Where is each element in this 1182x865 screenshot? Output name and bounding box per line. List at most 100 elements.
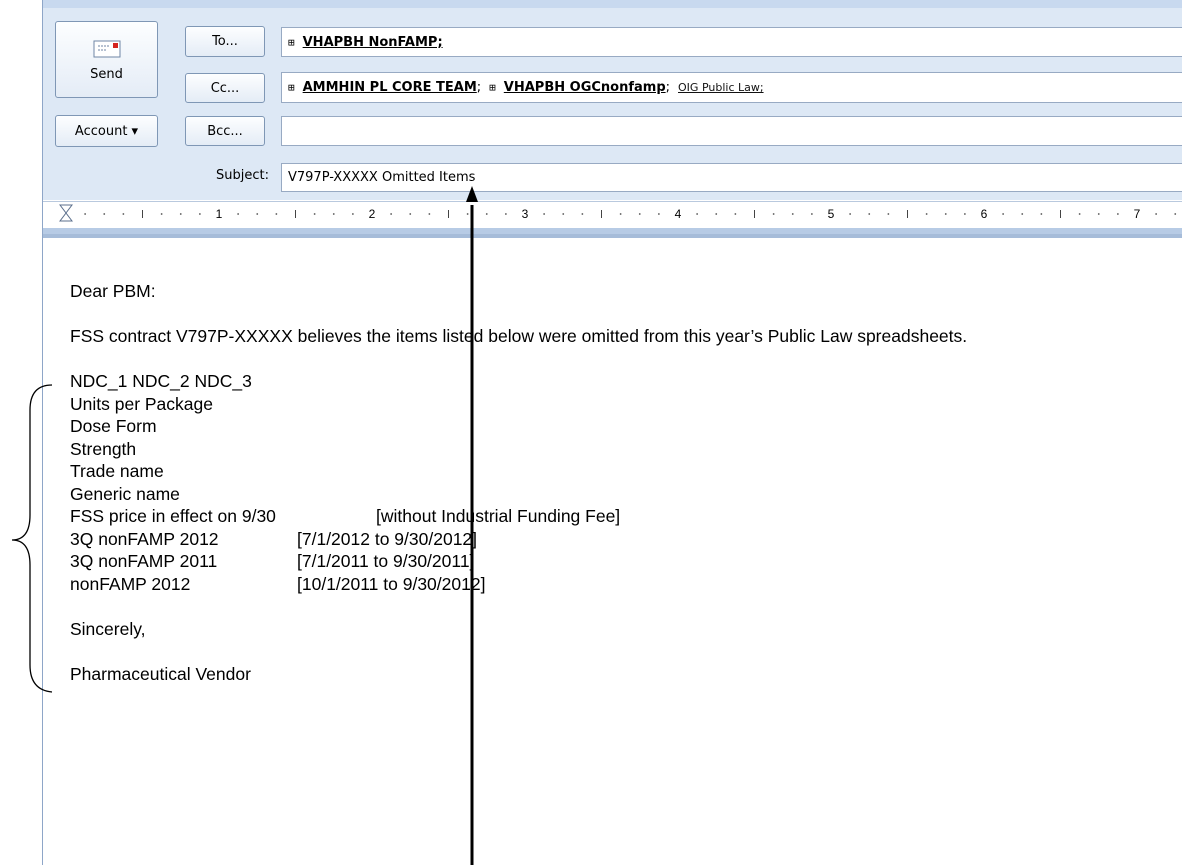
ruler-tick-dot xyxy=(772,213,775,215)
list-item: NDC_1 NDC_2 NDC_3 xyxy=(70,371,252,391)
recipient-cc-2[interactable]: VHAPBH OGCnonfamp xyxy=(504,80,666,95)
send-envelope-icon xyxy=(93,40,120,58)
price-row: 3Q nonFAMP 2012 [7/1/2012 to 9/30/2012] xyxy=(70,528,1182,551)
cc-field[interactable]: ⊞ AMMHIN PL CORE TEAM; ⊞ VHAPBH OGCnonfa… xyxy=(281,72,1182,103)
bcc-button[interactable]: Bcc... xyxy=(185,116,265,146)
ruler-tick-dot xyxy=(1040,213,1043,215)
ruler-strip xyxy=(43,228,1182,234)
ruler-tick-dot xyxy=(1116,213,1119,215)
ruler-tick-dot xyxy=(1097,213,1100,215)
ruler-tick-dot xyxy=(887,213,890,215)
recipient-to-1[interactable]: VHAPBH NonFAMP; xyxy=(303,35,443,50)
bcc-button-label: Bcc... xyxy=(207,123,243,139)
ruler-tick-dot xyxy=(619,213,622,215)
ruler-tick-dot xyxy=(543,213,546,215)
subject-field[interactable]: V797P-XXXXX Omitted Items xyxy=(281,163,1182,192)
expand-plus-icon[interactable]: ⊞ xyxy=(489,81,496,94)
recipient-separator: ; xyxy=(665,80,671,95)
account-button-label: Account ▾ xyxy=(74,123,139,139)
closing: Sincerely, xyxy=(70,618,146,639)
subject-value: V797P-XXXXX Omitted Items xyxy=(288,170,476,185)
ruler-tick-dot xyxy=(1078,213,1081,215)
ruler-tick-dot xyxy=(428,213,431,215)
ruler-tick-dot xyxy=(734,213,737,215)
ruler-number: 6 xyxy=(981,207,988,221)
price-row: FSS price in effect on 9/30 [without Ind… xyxy=(70,505,1182,528)
list-item: Generic name xyxy=(70,483,180,504)
ruler-tick-dot xyxy=(562,213,565,215)
ruler-number: 5 xyxy=(828,207,835,221)
ruler-tick-dot xyxy=(390,213,393,215)
send-button-label: Send xyxy=(90,67,123,82)
message-body[interactable]: Dear PBM: FSS contract V797P-XXXXX belie… xyxy=(70,280,1182,708)
intro-paragraph: FSS contract V797P-XXXXX believes the it… xyxy=(70,326,968,346)
indent-marker[interactable] xyxy=(59,204,73,222)
price-row-note: [7/1/2011 to 9/30/2011] xyxy=(297,551,475,571)
subject-label: Subject: xyxy=(216,168,269,183)
price-row-label: 3Q nonFAMP 2012 xyxy=(70,528,219,549)
price-row-label: FSS price in effect on 9/30 xyxy=(70,506,276,526)
price-row-note: [7/1/2012 to 9/30/2012] xyxy=(297,528,478,549)
ruler-tick-dot xyxy=(944,213,947,215)
ruler-tick-dot xyxy=(504,213,507,215)
compose-window: Send Account ▾ To... Cc... Bcc... ⊞ VHAP… xyxy=(42,0,1182,865)
ruler-tick-dot xyxy=(1021,213,1024,215)
ruler-tick-dot xyxy=(466,213,469,215)
ruler-number: 7 xyxy=(1134,207,1141,221)
ruler-tick-dot xyxy=(256,213,259,215)
ruler[interactable]: 1 2 3 4 5 6 7 xyxy=(43,201,1182,238)
price-row: nonFAMP 2012 [10/1/2011 to 9/30/2012] xyxy=(70,573,1182,596)
ruler-tick-dot xyxy=(715,213,718,215)
list-item: Strength xyxy=(70,438,137,459)
send-button[interactable]: Send xyxy=(55,21,158,98)
expand-plus-icon[interactable]: ⊞ xyxy=(288,81,295,94)
item-list: NDC_1 NDC_2 NDC_3 Units per Package Dose… xyxy=(70,370,1182,595)
ruler-tick-dot xyxy=(849,213,852,215)
ruler-tick-dot xyxy=(810,213,813,215)
list-item: Trade name xyxy=(70,461,164,481)
ruler-tick-dot xyxy=(84,213,87,215)
ruler-tick-dot xyxy=(351,213,354,215)
to-button[interactable]: To... xyxy=(185,26,265,57)
to-field[interactable]: ⊞ VHAPBH NonFAMP; xyxy=(281,27,1182,57)
ruler-tick-dot xyxy=(409,213,412,215)
ruler-tick-dot xyxy=(925,213,928,215)
ruler-tick-dot xyxy=(963,213,966,215)
ruler-tick-dot xyxy=(1155,213,1158,215)
bcc-field[interactable] xyxy=(281,116,1182,146)
ruler-tick-dot xyxy=(868,213,871,215)
price-row-label: nonFAMP 2012 xyxy=(70,573,191,594)
ruler-tick-dot xyxy=(160,213,163,215)
ruler-tick-dot xyxy=(581,213,584,215)
greeting: Dear PBM: xyxy=(70,281,156,301)
ruler-tick-dot xyxy=(696,213,699,215)
ruler-tick-dot xyxy=(198,213,201,215)
message-header: Send Account ▾ To... Cc... Bcc... ⊞ VHAP… xyxy=(43,0,1182,200)
signature: Pharmaceutical Vendor xyxy=(70,663,251,684)
ruler-tick-dot xyxy=(1002,213,1005,215)
ruler-number: 4 xyxy=(675,207,682,221)
ruler-tick-dot xyxy=(791,213,794,215)
ruler-tick-dot xyxy=(237,213,240,215)
ruler-tick-dot xyxy=(638,213,641,215)
list-item: Dose Form xyxy=(70,416,157,436)
recipient-cc-3[interactable]: OIG Public Law; xyxy=(678,81,764,94)
ruler-tick-dot xyxy=(485,213,488,215)
list-item: Units per Package xyxy=(70,393,213,414)
ruler-tick-dot xyxy=(332,213,335,215)
price-row-note: [without Industrial Funding Fee] xyxy=(376,506,621,526)
ruler-tick-dot xyxy=(179,213,182,215)
cc-button[interactable]: Cc... xyxy=(185,73,265,103)
ruler-tick-dot xyxy=(1174,213,1177,215)
price-row: 3Q nonFAMP 2011 [7/1/2011 to 9/30/2011] xyxy=(70,550,1182,573)
ruler-tick-dot xyxy=(122,213,125,215)
account-button[interactable]: Account ▾ xyxy=(55,115,158,147)
ruler-scale: 1 2 3 4 5 6 7 xyxy=(59,204,1177,222)
ruler-tick-dot xyxy=(657,213,660,215)
expand-plus-icon[interactable]: ⊞ xyxy=(288,36,295,49)
to-button-label: To... xyxy=(212,34,238,49)
recipient-separator: ; xyxy=(476,80,482,95)
recipient-cc-1[interactable]: AMMHIN PL CORE TEAM xyxy=(303,80,477,95)
cc-button-label: Cc... xyxy=(210,80,240,96)
ruler-tick-dot xyxy=(103,213,106,215)
